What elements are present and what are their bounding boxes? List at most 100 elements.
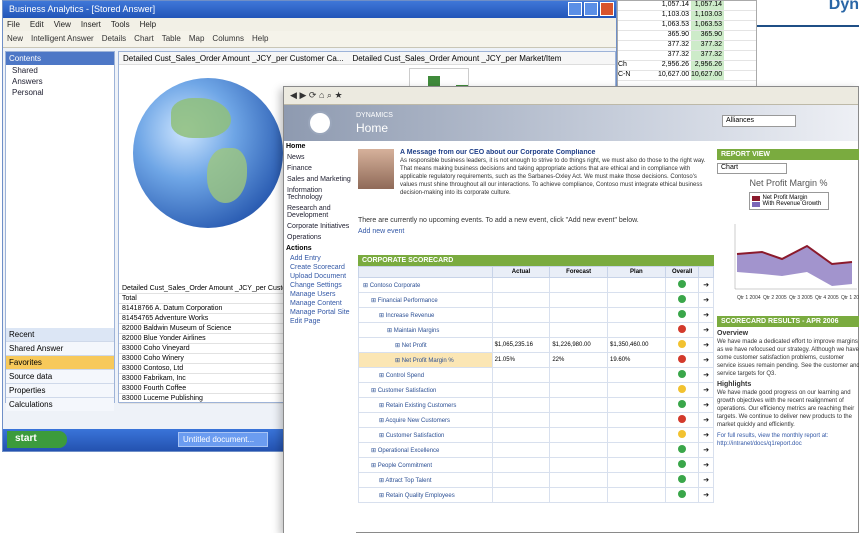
kpi-name[interactable]: ⊞ Net Profit (358, 337, 493, 353)
scorecard-row[interactable]: ⊞ Contoso Corporate ➔ (358, 277, 714, 293)
toolbar-button[interactable]: Intelligent Answer (31, 34, 94, 44)
nav-item[interactable]: Operations (284, 232, 356, 243)
scorecard-row[interactable]: ⊞ Increase Revenue ➔ (358, 307, 714, 323)
menu-item[interactable]: Tools (111, 20, 130, 29)
recent-item[interactable]: Properties (6, 383, 114, 397)
tree-item[interactable]: Personal (6, 87, 114, 98)
action-link[interactable]: Manage Portal Site (284, 308, 356, 317)
kpi-name[interactable]: ⊞ Operational Excellence (358, 442, 493, 458)
window-titlebar[interactable]: Business Analytics - [Stored Answer] (3, 1, 616, 18)
home-icon[interactable]: ⌂ (319, 90, 324, 100)
nav-item[interactable]: News (284, 152, 356, 163)
scorecard-row[interactable]: ⊞ Retain Existing Customers ➔ (358, 397, 714, 413)
back-icon[interactable]: ◀ (290, 90, 297, 100)
kpi-name[interactable]: ⊞ People Commitment (358, 457, 493, 473)
grid-row[interactable]: 83000 Fourth Coffee (119, 384, 284, 394)
nav-item[interactable]: Finance (284, 163, 356, 174)
forward-icon[interactable]: ▶ (299, 90, 306, 100)
kpi-name[interactable]: ⊞ Control Spend (358, 367, 493, 383)
scorecard-row[interactable]: ⊞ Retain Quality Employees ➔ (358, 487, 714, 503)
toolbar-button[interactable]: Columns (212, 34, 244, 44)
menu-item[interactable]: Edit (30, 20, 44, 29)
minimize-button[interactable] (568, 2, 582, 16)
action-link[interactable]: Change Settings (284, 281, 356, 290)
grid-row[interactable]: 83000 Lucerne Publishing (119, 394, 284, 404)
globe-map[interactable] (133, 78, 283, 228)
nav-item[interactable]: Information Technology (284, 185, 356, 203)
action-link[interactable]: Add Entry (284, 254, 356, 263)
menu-item[interactable]: Help (140, 20, 156, 29)
scorecard-row[interactable]: ⊞ Customer Satisfaction ➔ (358, 382, 714, 398)
nav-item[interactable]: Corporate Initiatives (284, 221, 356, 232)
scorecard-row[interactable]: ⊞ Customer Satisfaction ➔ (358, 427, 714, 443)
nav-list: News Finance Sales and Marketing Informatio… (284, 152, 356, 243)
close-button[interactable] (600, 2, 614, 16)
kpi-name[interactable]: ⊞ Customer Satisfaction (358, 382, 493, 398)
refresh-icon[interactable]: ⟳ (309, 90, 317, 100)
grid-row[interactable]: 81418766 A. Datum Corporation (119, 304, 284, 314)
toolbar-button[interactable]: Table (162, 34, 181, 44)
grid-row[interactable]: 81454765 Adventure Works (119, 314, 284, 324)
scorecard-row[interactable]: ⊞ Acquire New Customers ➔ (358, 412, 714, 428)
start-button[interactable]: start (7, 431, 67, 448)
nav-item[interactable]: Sales and Marketing (284, 174, 356, 185)
recent-item[interactable]: Calculations (6, 397, 114, 411)
grid-row[interactable]: 82000 Baldwin Museum of Science (119, 324, 284, 334)
kpi-name[interactable]: ⊞ Retain Quality Employees (358, 487, 493, 503)
action-link[interactable]: Manage Content (284, 299, 356, 308)
report-link[interactable]: For full results, view the monthly repor… (717, 432, 859, 448)
kpi-name[interactable]: ⊞ Increase Revenue (358, 307, 493, 323)
favorites-icon[interactable]: ★ (334, 90, 342, 100)
grid-row[interactable]: 83000 Coho Vineyard (119, 344, 284, 354)
action-link[interactable]: Edit Page (284, 317, 356, 326)
grid-row[interactable]: Total (119, 294, 284, 304)
grid-row[interactable]: 82000 Blue Yonder Airlines (119, 334, 284, 344)
kpi-name[interactable]: ⊞ Maintain Margins (358, 322, 493, 338)
taskbar-item[interactable]: Untitled document... (178, 432, 268, 447)
menu-item[interactable]: View (54, 20, 71, 29)
kpi-name[interactable]: ⊞ Net Profit Margin % (358, 352, 493, 368)
action-link[interactable]: Upload Document (284, 272, 356, 281)
chart-select[interactable]: Chart (717, 163, 787, 174)
scorecard-row[interactable]: ⊞ Financial Performance ➔ (358, 292, 714, 308)
action-link[interactable]: Create Scorecard (284, 263, 356, 272)
menu-item[interactable]: Insert (81, 20, 101, 29)
grid-row[interactable]: 83000 Coho Winery (119, 354, 284, 364)
kpi-name[interactable]: ⊞ Acquire New Customers (358, 412, 493, 428)
search-icon[interactable]: ⌕ (327, 90, 332, 100)
kpi-name[interactable]: ⊞ Attract Top Talent (358, 472, 493, 488)
toolbar-button[interactable]: Details (102, 34, 126, 44)
add-event-link[interactable]: Add new event (358, 228, 714, 235)
kpi-name[interactable]: ⊞ Retain Existing Customers (358, 397, 493, 413)
action-link[interactable]: Manage Users (284, 290, 356, 299)
scorecard-row[interactable]: ⊞ Net Profit Margin % 21.05% 22% 19.60% ➔ (358, 352, 714, 368)
grid-row[interactable]: 83000 Fabrikam, Inc (119, 374, 284, 384)
site-select[interactable]: Alliances (722, 115, 796, 127)
recent-item[interactable]: Favorites (6, 355, 114, 369)
kpi-name[interactable]: ⊞ Customer Satisfaction (358, 427, 493, 443)
kpi-name[interactable]: ⊞ Contoso Corporate (358, 277, 493, 293)
nav-item[interactable]: Research and Development (284, 203, 356, 221)
scorecard-row[interactable]: ⊞ Operational Excellence ➔ (358, 442, 714, 458)
message-title[interactable]: A Message from our CEO about our Corpora… (400, 149, 595, 156)
toolbar-button[interactable]: New (7, 34, 23, 44)
actual-cell (491, 457, 551, 473)
tree-item[interactable]: Shared (6, 65, 114, 76)
scorecard-row[interactable]: ⊞ Control Spend ➔ (358, 367, 714, 383)
scorecard-row[interactable]: ⊞ Attract Top Talent ➔ (358, 472, 714, 488)
scorecard-row[interactable]: ⊞ People Commitment ➔ (358, 457, 714, 473)
menu-item[interactable]: File (7, 20, 20, 29)
help-button[interactable]: Help (252, 34, 268, 44)
landmass (171, 98, 231, 138)
scorecard-row[interactable]: ⊞ Maintain Margins ➔ (358, 322, 714, 338)
grid-row[interactable]: 83000 Contoso, Ltd (119, 364, 284, 374)
maximize-button[interactable] (584, 2, 598, 16)
toolbar-button[interactable]: Chart (134, 34, 154, 44)
recent-item[interactable]: Shared Answer (6, 341, 114, 355)
scorecard-row[interactable]: ⊞ Net Profit $1,065,235.16 $1,226,980.00 $1… (358, 337, 714, 353)
tree-item[interactable]: Answers (6, 76, 114, 87)
toolbar-button[interactable]: Map (189, 34, 205, 44)
recent-item[interactable]: Source data (6, 369, 114, 383)
x-tick-label: Qtr 3 2005 (789, 295, 813, 301)
kpi-name[interactable]: ⊞ Financial Performance (358, 292, 493, 308)
